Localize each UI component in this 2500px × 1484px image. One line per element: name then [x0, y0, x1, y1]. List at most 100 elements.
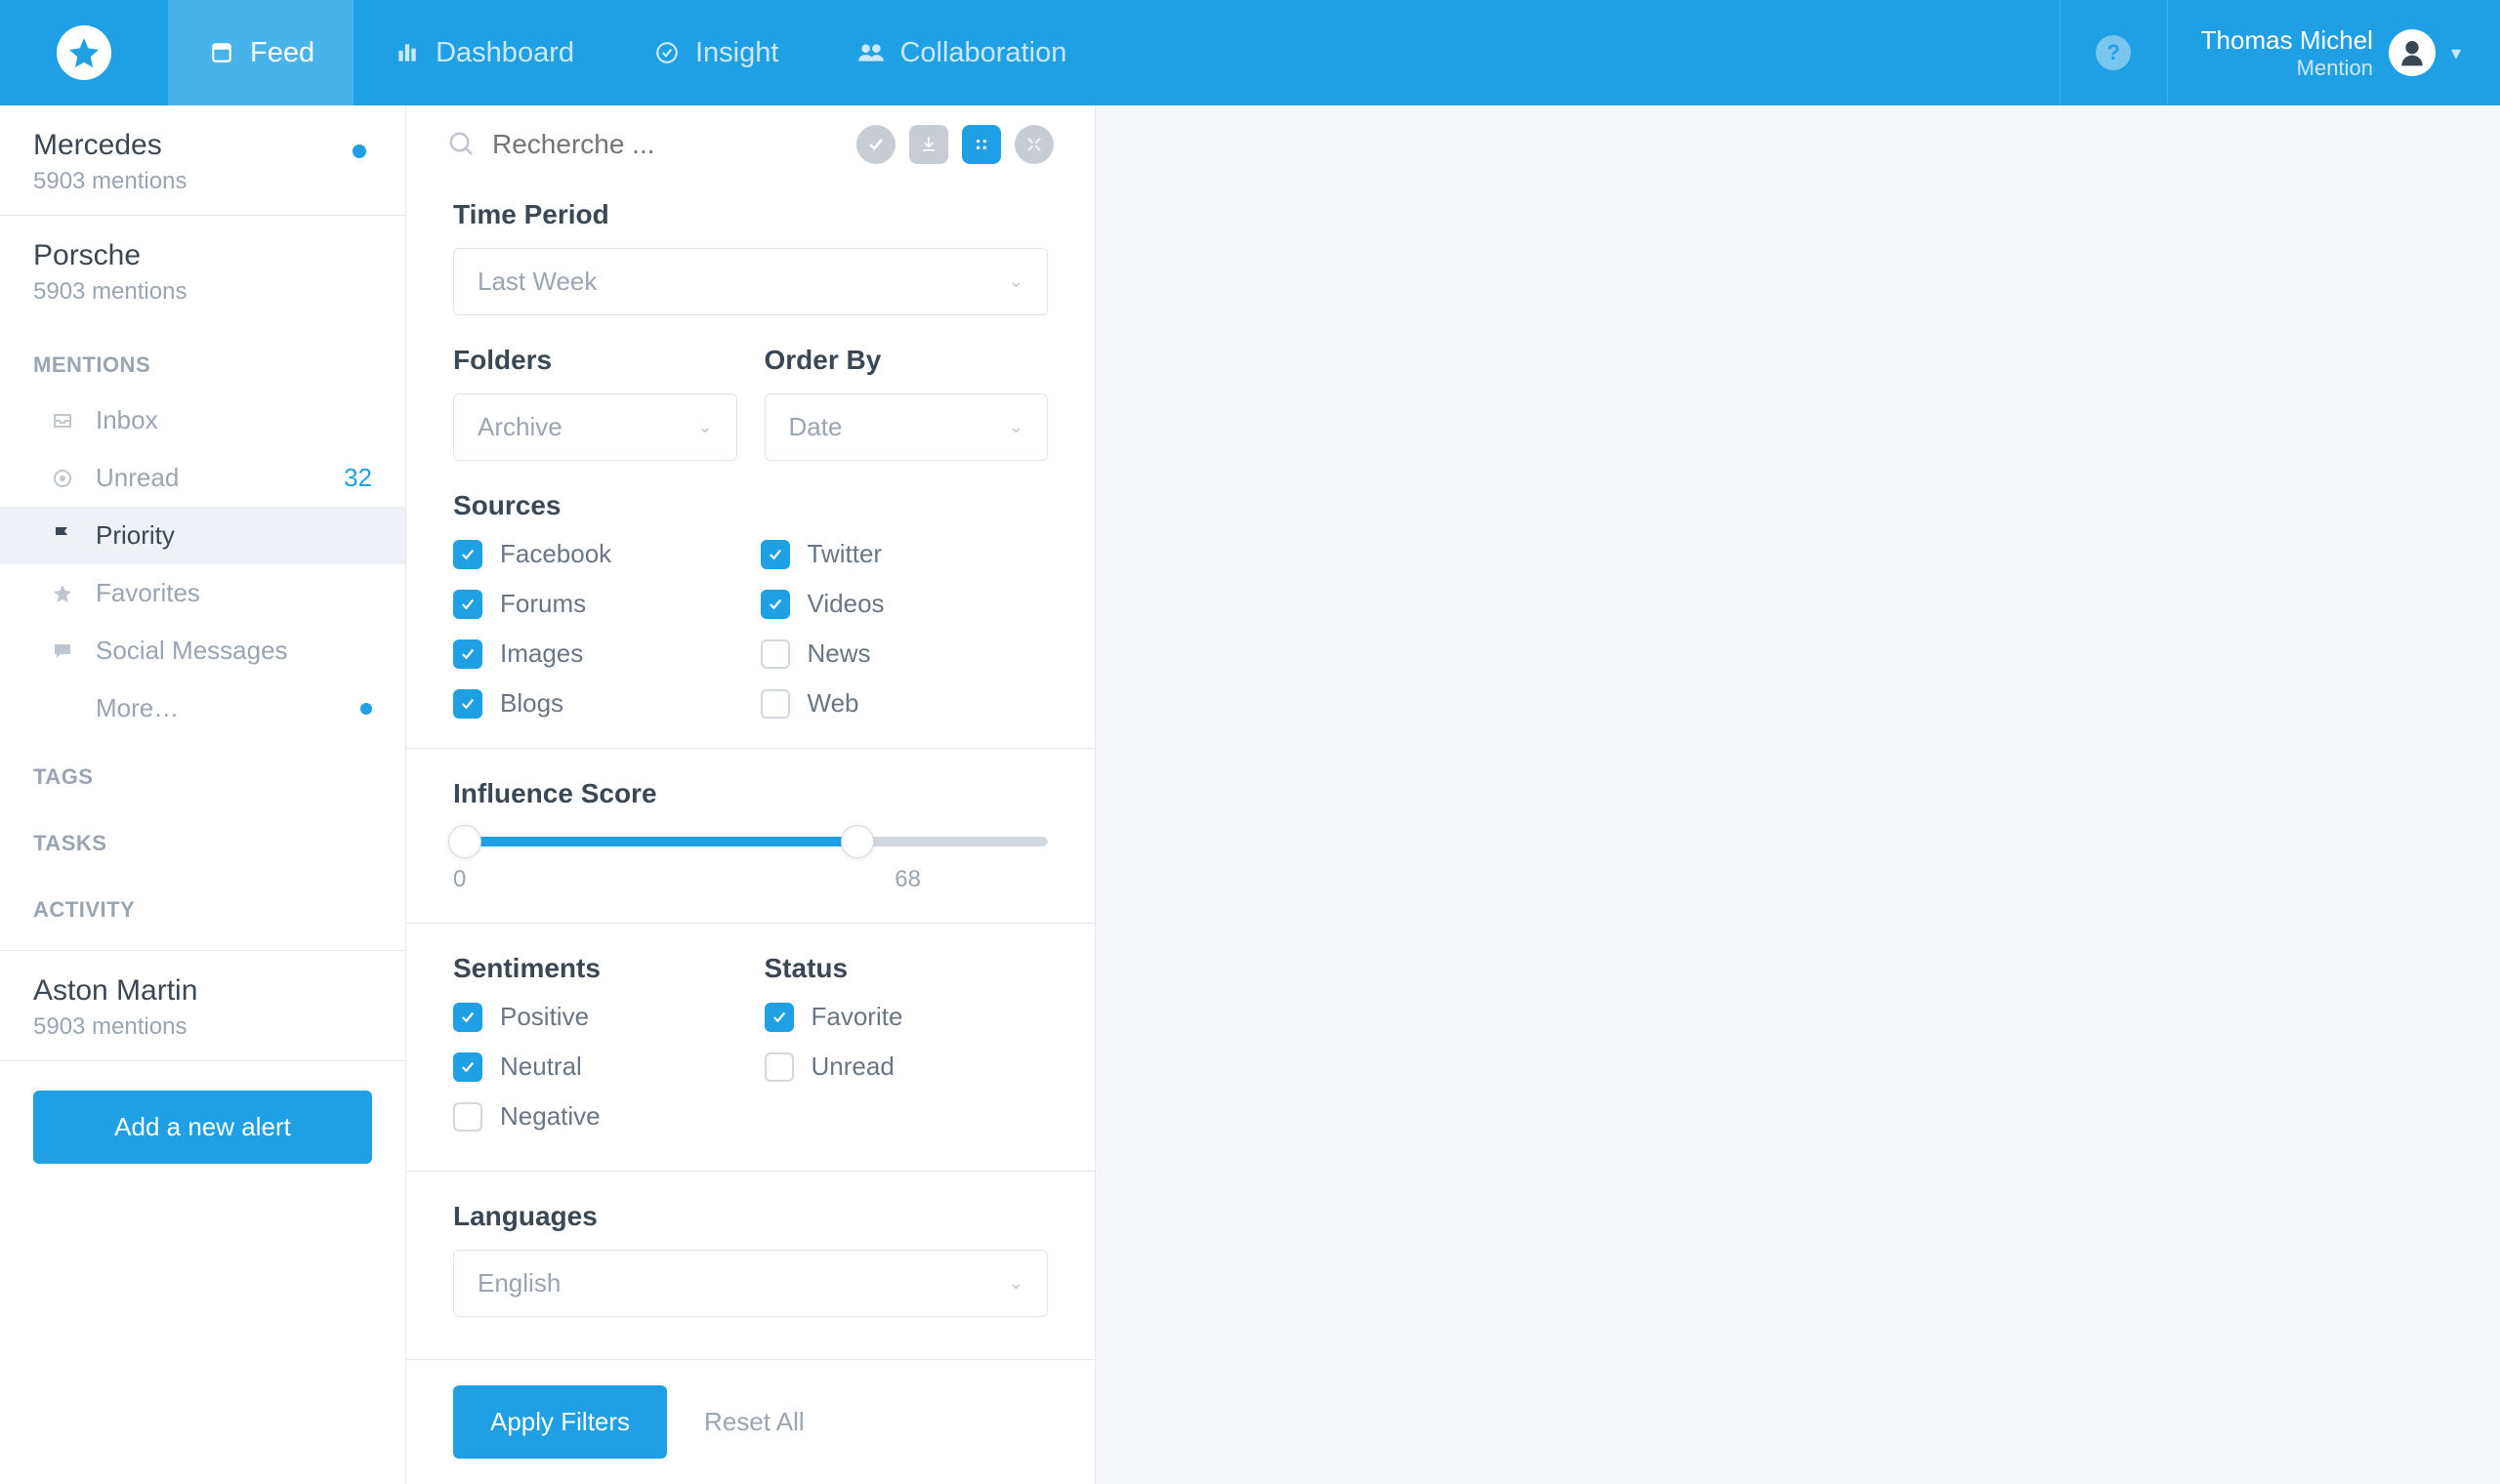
filter-button[interactable]: [962, 125, 1001, 164]
slider-handle-max[interactable]: [841, 825, 874, 858]
avatar: [2389, 29, 2436, 76]
main-nav: Feed Dashboard Insight Collaboration: [168, 0, 1105, 105]
nav-dashboard[interactable]: Dashboard: [354, 0, 613, 105]
checkbox-label: Negative: [500, 1101, 601, 1132]
checkbox-icon: [761, 540, 790, 569]
menu-more[interactable]: More…: [0, 680, 405, 737]
checkbox-source-web[interactable]: Web: [761, 688, 1049, 719]
menu-label: Inbox: [96, 405, 158, 435]
menu-priority[interactable]: Priority: [0, 507, 405, 564]
search-row: [406, 105, 1095, 184]
checkbox-source-news[interactable]: News: [761, 639, 1049, 669]
sources-grid: Facebook Twitter Forums Videos Images News Blo…: [453, 539, 1048, 719]
checkbox-source-blogs[interactable]: Blogs: [453, 688, 741, 719]
section-tasks[interactable]: TASKS: [0, 804, 405, 870]
content-area: [1096, 105, 2500, 1484]
star-logo-icon: [57, 25, 111, 80]
logo[interactable]: [0, 25, 168, 80]
expand-button[interactable]: [1015, 125, 1054, 164]
checkbox-status-favorite[interactable]: Favorite: [765, 1002, 1049, 1032]
collaboration-icon: [856, 38, 886, 67]
menu-inbox[interactable]: Inbox: [0, 392, 405, 449]
alert-sub: 5903 mentions: [33, 168, 372, 195]
checkbox-label: Forums: [500, 589, 586, 619]
filters-panel: Time Period Last Week ⌄ Folders Archive …: [406, 105, 1096, 1484]
select-time-period[interactable]: Last Week ⌄: [453, 248, 1048, 315]
title-influence: Influence Score: [453, 778, 1048, 809]
menu-label: Social Messages: [96, 636, 288, 666]
nav-collaboration[interactable]: Collaboration: [817, 0, 1105, 105]
nav-insight[interactable]: Insight: [613, 0, 817, 105]
section-tags[interactable]: TAGS: [0, 737, 405, 804]
select-order-by[interactable]: Date ⌄: [765, 393, 1049, 461]
slider-handle-min[interactable]: [448, 825, 481, 858]
menu-label: Unread: [96, 463, 179, 493]
more-dot: [360, 703, 372, 715]
unread-dot: [353, 144, 366, 158]
checkbox-source-twitter[interactable]: Twitter: [761, 539, 1049, 569]
slider-track: [453, 837, 1048, 846]
influence-slider[interactable]: 0 68: [453, 827, 1048, 893]
select-value: Date: [789, 412, 843, 442]
checkbox-source-forums[interactable]: Forums: [453, 589, 741, 619]
checkbox-sentiment-negative[interactable]: Negative: [453, 1101, 737, 1132]
search-input[interactable]: [492, 129, 845, 160]
flag-icon: [49, 522, 76, 550]
checkbox-sentiment-neutral[interactable]: Neutral: [453, 1051, 737, 1082]
toolbar-icons: [856, 125, 1054, 164]
section-time-period: Time Period Last Week ⌄: [453, 199, 1048, 315]
user-menu[interactable]: Thomas Michel Mention ▾: [2167, 0, 2500, 105]
select-folders[interactable]: Archive ⌄: [453, 393, 737, 461]
checkbox-icon: [453, 1102, 482, 1132]
user-name: Thomas Michel: [2201, 25, 2373, 56]
alert-aston[interactable]: Aston Martin 5903 mentions: [0, 951, 405, 1061]
add-alert-button[interactable]: Add a new alert: [33, 1091, 372, 1164]
title-sentiments: Sentiments: [453, 953, 737, 984]
menu-unread[interactable]: Unread 32: [0, 449, 405, 507]
section-sources: Sources FacebookTwitterForumsVideosImage…: [453, 490, 1048, 719]
checkbox-icon: [453, 639, 482, 669]
checkbox-source-facebook[interactable]: Facebook: [453, 539, 741, 569]
menu-social[interactable]: Social Messages: [0, 622, 405, 680]
checkbox-icon: [453, 540, 482, 569]
checkbox-label: Videos: [808, 589, 885, 619]
help-button[interactable]: ?: [2060, 0, 2167, 105]
alert-porsche[interactable]: Porsche 5903 mentions: [0, 216, 405, 325]
checkbox-source-videos[interactable]: Videos: [761, 589, 1049, 619]
unread-icon: [49, 465, 76, 492]
section-mentions: MENTIONS: [0, 325, 405, 392]
check-button[interactable]: [856, 125, 896, 164]
checkbox-label: Facebook: [500, 539, 611, 569]
alert-mercedes[interactable]: Mercedes 5903 mentions: [0, 105, 405, 216]
checkbox-source-images[interactable]: Images: [453, 639, 741, 669]
checkbox-icon: [761, 590, 790, 619]
alert-title: Aston Martin: [33, 974, 372, 1008]
checkbox-label: Unread: [812, 1051, 895, 1082]
reset-all-button[interactable]: Reset All: [704, 1407, 805, 1437]
filter-footer: Apply Filters Reset All: [406, 1359, 1095, 1484]
alert-title: Mercedes: [33, 129, 372, 162]
sentiments-list: Positive Neutral Negative: [453, 1002, 737, 1132]
alert-title: Porsche: [33, 239, 372, 272]
menu-favorites[interactable]: Favorites: [0, 564, 405, 622]
apply-filters-button[interactable]: Apply Filters: [453, 1385, 667, 1459]
chevron-down-icon: ⌄: [697, 417, 712, 437]
title-time-period: Time Period: [453, 199, 1048, 230]
spacer: [49, 695, 76, 722]
checkbox-icon: [761, 639, 790, 669]
star-icon: [49, 580, 76, 607]
title-status: Status: [765, 953, 1049, 984]
menu-label: More…: [96, 693, 179, 723]
select-languages[interactable]: English ⌄: [453, 1250, 1048, 1317]
select-value: Last Week: [478, 267, 597, 297]
section-folders-order: Folders Archive ⌄ Order By Date ⌄: [453, 345, 1048, 461]
checkbox-icon: [453, 590, 482, 619]
checkbox-status-unread[interactable]: Unread: [765, 1051, 1049, 1082]
nav-feed[interactable]: Feed: [168, 0, 354, 105]
section-activity[interactable]: ACTIVITY: [0, 870, 405, 951]
download-button[interactable]: [909, 125, 948, 164]
checkbox-sentiment-positive[interactable]: Positive: [453, 1002, 737, 1032]
nav-label: Feed: [250, 37, 314, 69]
checkbox-label: Images: [500, 639, 583, 669]
alert-sub: 5903 mentions: [33, 278, 372, 306]
